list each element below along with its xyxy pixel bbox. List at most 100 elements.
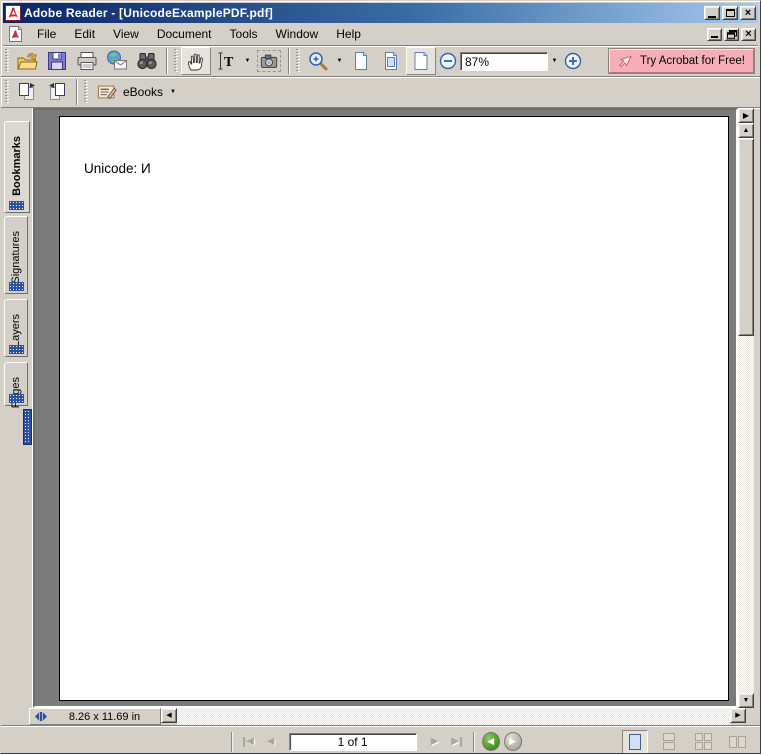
menu-view[interactable]: View — [104, 25, 148, 43]
scroll-up-button[interactable]: ▲ — [738, 123, 754, 138]
fit-width-page-icon — [414, 52, 428, 70]
toolbar-grip[interactable] — [174, 49, 178, 73]
email-globe-icon — [107, 50, 127, 70]
menu-bar: File Edit View Document Tools Window Hel… — [3, 23, 758, 46]
single-page-icon — [629, 733, 641, 750]
facing-layout-button[interactable] — [724, 730, 750, 754]
open-button[interactable] — [12, 47, 42, 75]
document-restore-button[interactable] — [724, 27, 739, 41]
single-page-layout-button[interactable] — [622, 729, 648, 753]
fit-page-button[interactable] — [376, 47, 406, 75]
vertical-scroll-track[interactable] — [738, 138, 754, 693]
continuous-facing-layout-button[interactable] — [690, 730, 716, 754]
document-minimize-button[interactable] — [707, 27, 722, 41]
tab-layers[interactable]: Layers — [4, 299, 28, 357]
maximize-button[interactable] — [722, 6, 738, 20]
next-view-button[interactable]: ▶ — [503, 732, 523, 752]
select-text-tool-button[interactable]: T — [211, 47, 241, 75]
cursor-arrow-icon — [618, 55, 632, 68]
previous-page-icon: ◀ — [266, 735, 275, 747]
next-page-button[interactable]: ▶ — [425, 732, 445, 752]
menu-edit[interactable]: Edit — [65, 25, 104, 43]
select-text-dropdown-button[interactable]: ▼ — [241, 47, 254, 75]
title-bar[interactable]: Adobe Reader - [UnicodeExamplePDF.pdf] × — [3, 3, 758, 23]
tab-layers-label: Layers — [10, 314, 22, 348]
pdf-document-icon[interactable] — [7, 25, 24, 43]
pane-splitter-icon[interactable] — [34, 712, 48, 721]
document-close-button[interactable]: × — [741, 27, 756, 41]
chevron-down-icon: ▼ — [336, 58, 343, 64]
document-close-icon: × — [745, 27, 752, 40]
tab-bookmarks[interactable]: Bookmarks — [4, 121, 30, 213]
toolbar-grip[interactable] — [84, 80, 88, 104]
try-acrobat-label: Try Acrobat for Free! — [639, 55, 745, 67]
snapshot-tool-button[interactable] — [254, 47, 284, 75]
hand-tool-button[interactable] — [181, 47, 211, 75]
actual-size-button[interactable] — [346, 47, 376, 75]
page-layout-cluster — [622, 729, 750, 754]
scroll-down-button[interactable]: ▼ — [738, 693, 754, 708]
close-button[interactable]: × — [740, 6, 756, 20]
zoom-in-button[interactable] — [561, 47, 585, 75]
tab-signatures[interactable]: Signatures — [4, 216, 28, 294]
menu-help[interactable]: Help — [327, 25, 370, 43]
navigation-pane-splitter[interactable] — [23, 409, 32, 445]
email-button[interactable] — [102, 47, 132, 75]
scroll-up-icon: ▲ — [742, 127, 750, 134]
continuous-layout-button[interactable] — [656, 730, 682, 754]
menu-tools[interactable]: Tools — [221, 25, 267, 43]
continuous-pages-icon — [663, 732, 675, 750]
snapshot-selection-border — [257, 50, 281, 72]
scroll-left-button[interactable]: ◀ — [161, 708, 177, 723]
zoom-tool-button[interactable] — [303, 47, 333, 75]
menu-file[interactable]: File — [28, 25, 65, 43]
horizontal-scroll-track[interactable] — [177, 708, 730, 725]
toolbar-main: T ▼ ▼ 87% ▼ Try Acrobat for Free! — [1, 46, 760, 77]
try-acrobat-button[interactable]: Try Acrobat for Free! — [607, 48, 756, 74]
ebooks-button[interactable]: eBooks ▼ — [91, 78, 181, 106]
zoom-out-button[interactable] — [436, 47, 460, 75]
previous-view-button[interactable]: ◀ — [481, 732, 501, 752]
page-indicator-field[interactable]: 1 of 1 — [288, 732, 417, 751]
first-page-icon: ◀ — [243, 736, 254, 747]
chevron-down-icon: ▼ — [170, 89, 176, 95]
document-task-button-2[interactable] — [42, 78, 72, 106]
document-task-button-1[interactable] — [12, 78, 42, 106]
scrollbar-corner — [746, 708, 760, 725]
toolbar-grip[interactable] — [5, 49, 9, 73]
camera-icon — [260, 54, 278, 68]
pane-expand-button[interactable]: ▶ — [738, 108, 754, 123]
menu-document[interactable]: Document — [148, 25, 221, 43]
toolbar-grip[interactable] — [296, 49, 300, 73]
actual-size-page-icon — [355, 52, 367, 70]
print-button[interactable] — [72, 47, 102, 75]
vertical-scroll-thumb[interactable] — [738, 138, 754, 336]
chevron-down-icon: ▼ — [244, 58, 251, 64]
zoom-tool-dropdown-button[interactable]: ▼ — [333, 47, 346, 75]
pdf-page[interactable]: Unicode: И — [59, 116, 729, 701]
last-page-button[interactable]: ▶ — [447, 732, 467, 752]
search-button[interactable] — [132, 47, 162, 75]
close-icon: × — [744, 6, 752, 19]
menu-window[interactable]: Window — [267, 25, 328, 43]
pane-expand-icon: ▶ — [742, 110, 750, 120]
toolbar-separator — [166, 48, 168, 74]
first-page-button[interactable]: ◀ — [239, 732, 259, 752]
zoom-level-field[interactable]: 87% — [460, 51, 548, 71]
tab-grip — [9, 394, 24, 403]
document-window-controls: × — [707, 27, 756, 41]
zoom-level-dropdown-button[interactable]: ▼ — [548, 47, 561, 75]
tab-grip — [9, 201, 24, 210]
previous-page-button[interactable]: ◀ — [261, 732, 281, 752]
save-button[interactable] — [42, 47, 72, 75]
minimize-button[interactable] — [704, 6, 720, 20]
toolbar-grip[interactable] — [5, 80, 9, 104]
fit-width-button[interactable] — [406, 47, 436, 75]
document-pane[interactable]: Unicode: И — [33, 108, 738, 708]
adobe-reader-app-icon — [5, 5, 21, 21]
tab-pages[interactable]: Pages — [4, 362, 28, 408]
scroll-left-icon: ◀ — [166, 712, 172, 719]
scroll-right-button[interactable]: ▶ — [730, 708, 746, 723]
page-arrow-right-icon — [19, 83, 35, 100]
page-navigation-cluster: ◀ ◀ 1 of 1 ▶ ▶ ◀ ▶ — [227, 731, 523, 752]
